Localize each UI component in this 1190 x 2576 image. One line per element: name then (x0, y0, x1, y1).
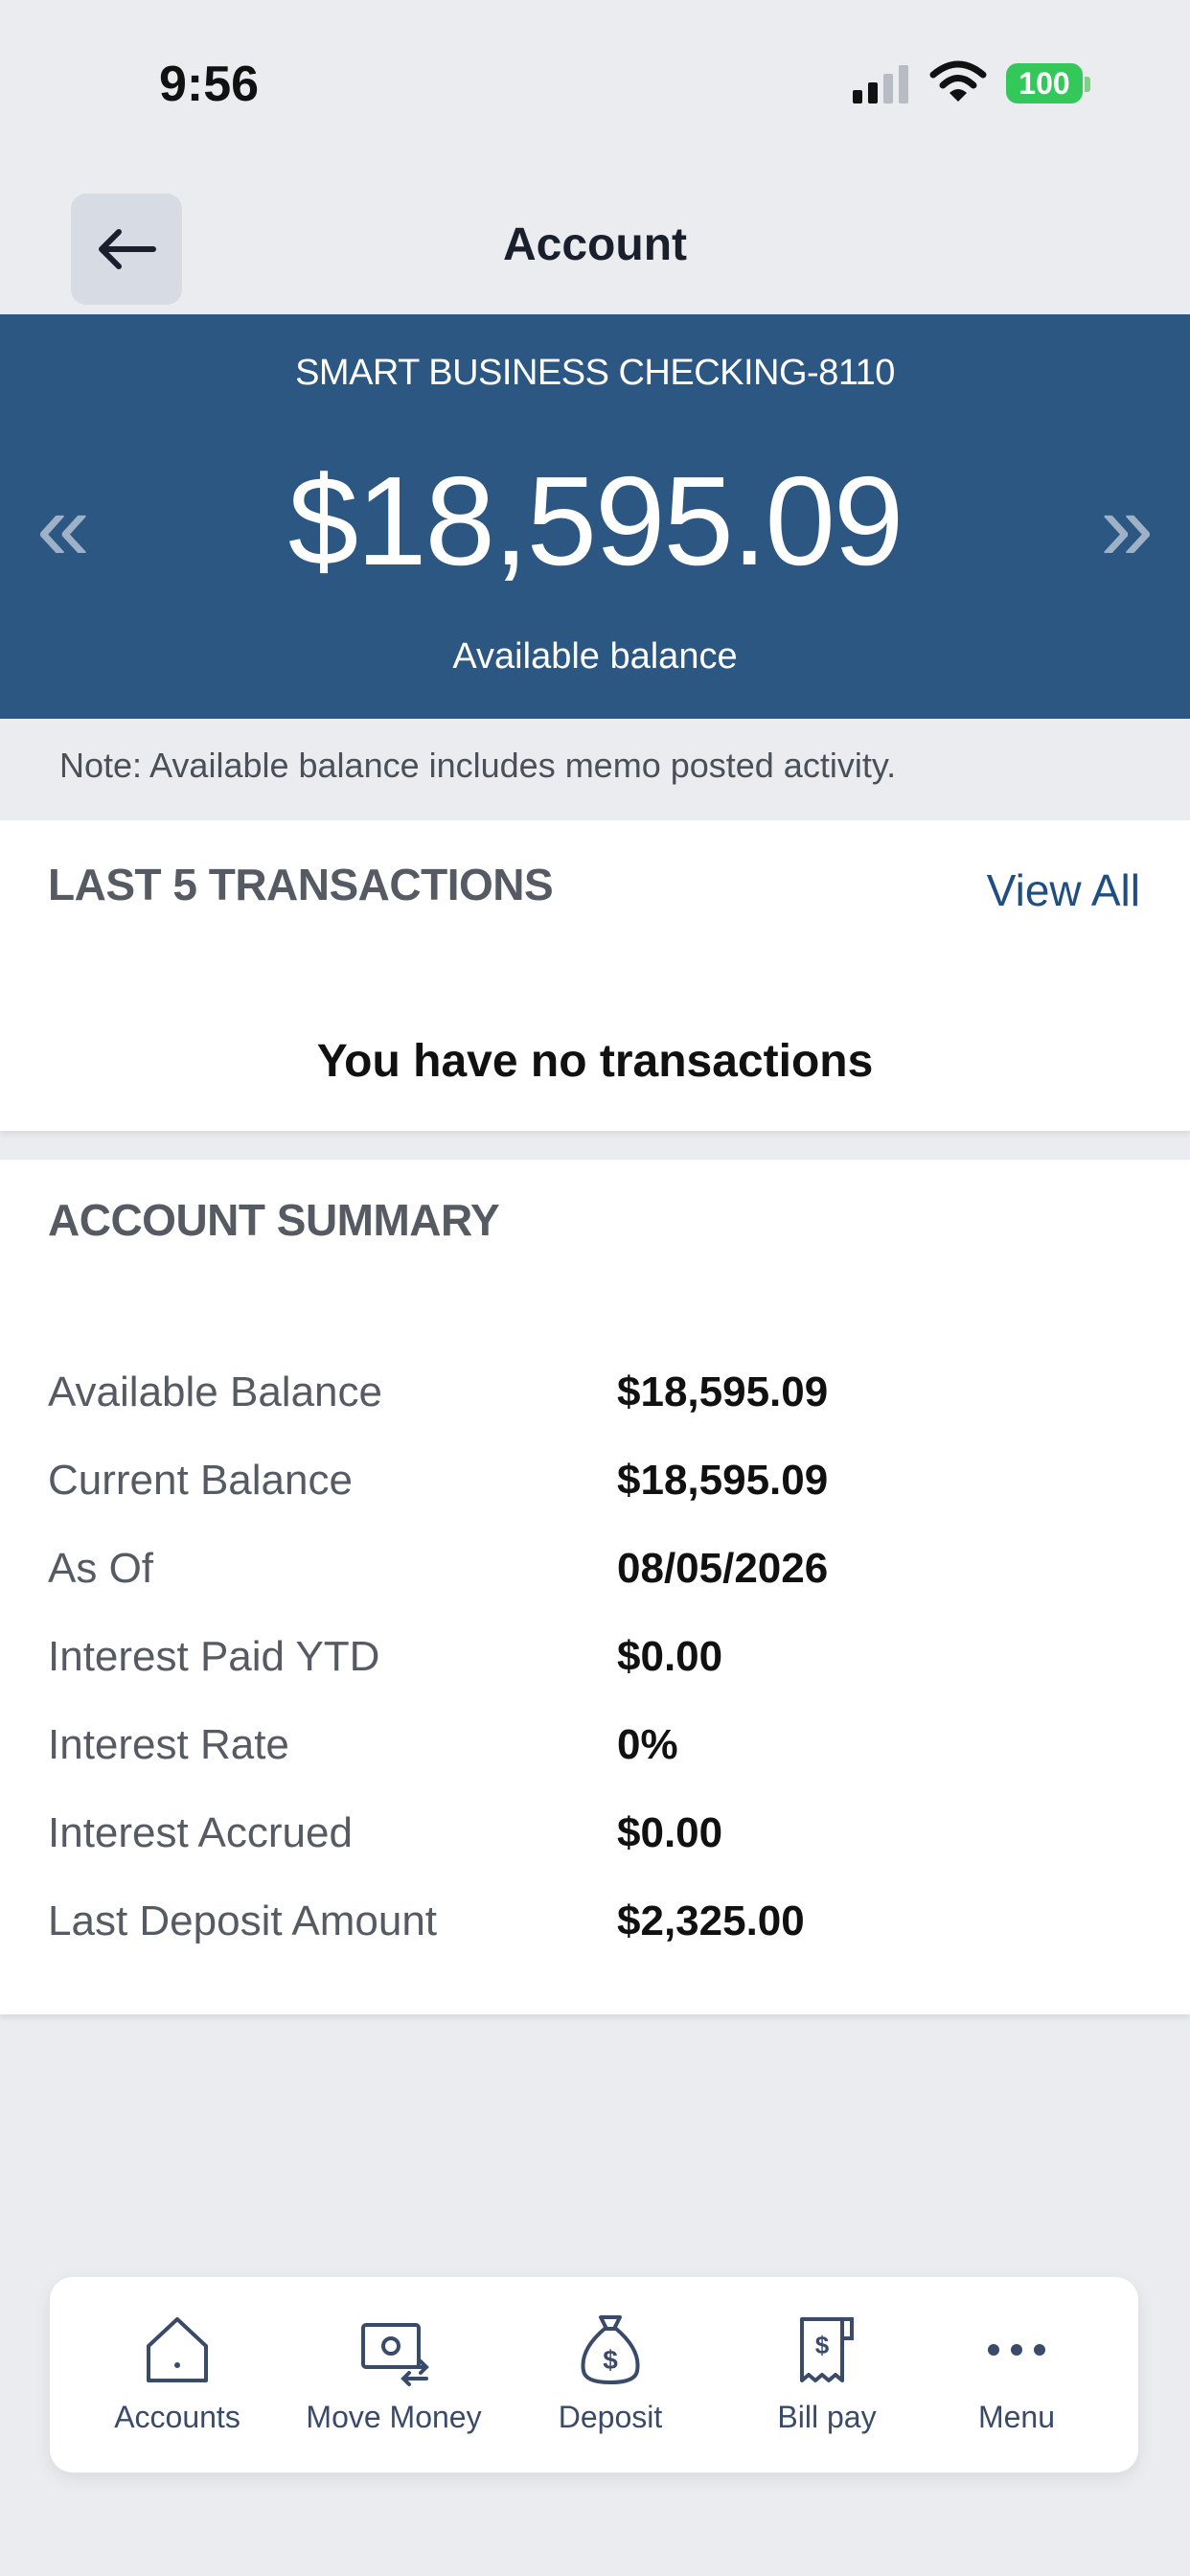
summary-label: Interest Rate (48, 1721, 289, 1768)
svg-text:$: $ (603, 2345, 618, 2375)
nav-bar: Account (0, 172, 1190, 314)
summary-title: ACCOUNT SUMMARY (48, 1195, 500, 1245)
balance-note: Note: Available balance includes memo po… (59, 746, 897, 785)
summary-value: $0.00 (617, 1633, 723, 1680)
view-all-link[interactable]: View All (987, 864, 1140, 916)
balance-amount: $18,595.09 (287, 450, 904, 591)
next-account-icon[interactable]: » (1100, 479, 1154, 575)
summary-row: Last Deposit Amount $2,325.00 (48, 1898, 1140, 1955)
tab-label: Move Money (306, 2400, 482, 2434)
status-bar: 9:56 100 (0, 0, 1190, 172)
summary-row: As Of 08/05/2026 (48, 1545, 1140, 1602)
transactions-title: LAST 5 TRANSACTIONS (48, 860, 554, 909)
summary-row: Interest Accrued $0.00 (48, 1809, 1140, 1867)
summary-label: Interest Paid YTD (48, 1633, 380, 1680)
summary-label: Interest Accrued (48, 1809, 353, 1856)
home-icon (147, 2317, 208, 2382)
tab-label: Accounts (114, 2400, 240, 2434)
summary-value: $0.00 (617, 1809, 723, 1856)
summary-value: 0% (617, 1721, 678, 1768)
summary-label: Current Balance (48, 1457, 353, 1504)
wifi-icon (929, 60, 987, 102)
account-balance-panel: « SMART BUSINESS CHECKING-8110 $18,595.0… (0, 314, 1190, 719)
summary-row: Interest Paid YTD $0.00 (48, 1633, 1140, 1690)
status-time: 9:56 (159, 57, 260, 112)
tab-accounts[interactable]: Accounts (77, 2312, 278, 2446)
bottom-tab-bar: Accounts Move Money $ Deposit $ Bill pay (50, 2277, 1138, 2472)
summary-label: As Of (48, 1545, 154, 1592)
tab-label: Menu (977, 2400, 1056, 2434)
tab-move-money[interactable]: Move Money (293, 2312, 494, 2446)
tab-menu[interactable]: Menu (916, 2312, 1117, 2446)
summary-value: $18,595.09 (617, 1368, 829, 1415)
summary-label: Available Balance (48, 1368, 382, 1415)
tab-bill-pay[interactable]: $ Bill pay (726, 2312, 927, 2446)
summary-value: 08/05/2026 (617, 1545, 829, 1592)
page-title: Account (503, 219, 687, 270)
summary-row: Interest Rate 0% (48, 1721, 1140, 1779)
transactions-card: LAST 5 TRANSACTIONS View All You have no… (0, 820, 1190, 1131)
move-money-icon (361, 2323, 429, 2386)
summary-row: Available Balance $18,595.09 (48, 1368, 1140, 1426)
cellular-signal-icon (853, 65, 908, 104)
more-dots-icon (988, 2344, 1045, 2356)
tab-label: Bill pay (777, 2400, 877, 2434)
summary-value: $2,325.00 (617, 1898, 805, 1944)
account-summary-card: ACCOUNT SUMMARY Available Balance $18,59… (0, 1160, 1190, 2014)
tab-deposit[interactable]: $ Deposit (510, 2312, 711, 2446)
summary-row: Current Balance $18,595.09 (48, 1457, 1140, 1514)
balance-label: Available balance (452, 636, 738, 677)
no-transactions-message: You have no transactions (316, 1036, 874, 1087)
summary-value: $18,595.09 (617, 1457, 829, 1504)
money-bag-icon: $ (581, 2315, 640, 2384)
battery-tip (1085, 77, 1090, 92)
battery-indicator: 100 (1006, 63, 1083, 104)
svg-text:$: $ (815, 2331, 830, 2359)
summary-label: Last Deposit Amount (48, 1898, 438, 1944)
account-name: SMART BUSINESS CHECKING-8110 (295, 353, 895, 393)
tab-label: Deposit (558, 2400, 663, 2434)
bill-icon: $ (800, 2317, 854, 2382)
